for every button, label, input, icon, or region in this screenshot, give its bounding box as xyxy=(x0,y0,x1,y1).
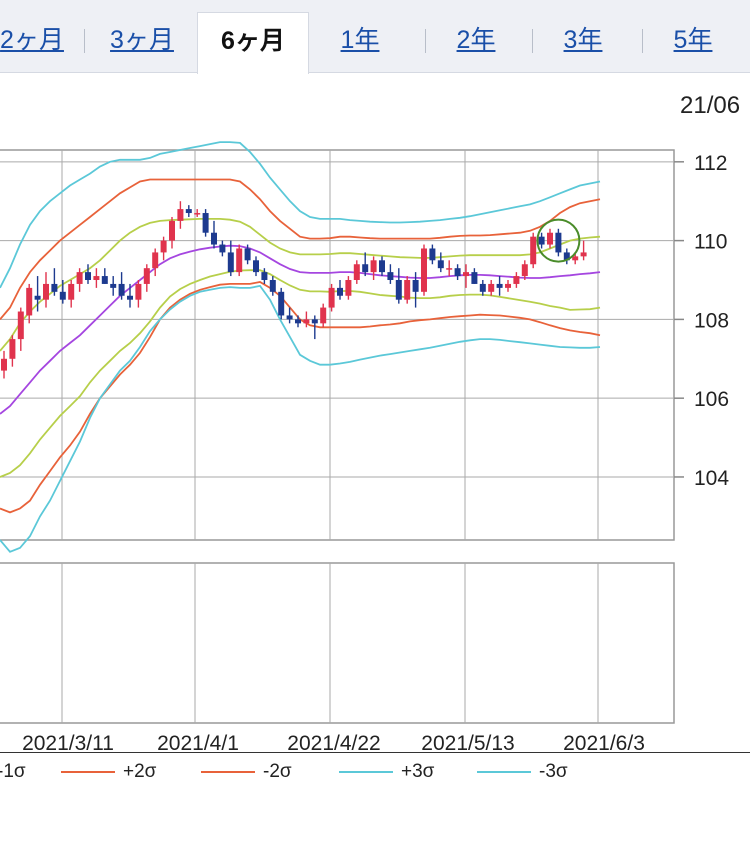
candle-body xyxy=(286,315,293,320)
candle-body xyxy=(118,283,125,296)
candle-body xyxy=(387,272,394,280)
legend-item-minus3sigma: -3σ xyxy=(477,759,568,785)
candle-body xyxy=(26,287,33,316)
legend-item-plus2sigma: +2σ xyxy=(61,759,156,785)
candle-body xyxy=(412,280,419,292)
candle-body xyxy=(513,276,520,284)
legend-item-minus1sigma: -1σ xyxy=(0,761,26,782)
candle-body xyxy=(530,236,537,265)
y-tick-label: 104 xyxy=(694,467,729,490)
candle-body xyxy=(160,240,167,253)
candle-body xyxy=(68,283,75,300)
candle-body xyxy=(269,280,276,292)
bollinger-bands xyxy=(0,141,601,553)
band-line-m2 xyxy=(0,281,601,514)
candle-body xyxy=(580,252,587,257)
chart-grid xyxy=(0,149,675,724)
y-tick-label: 106 xyxy=(694,388,729,411)
y-tick-label: 108 xyxy=(694,309,729,332)
band-line-m1 xyxy=(0,269,601,478)
candle-body xyxy=(227,252,234,273)
candle-body xyxy=(85,272,91,280)
candle-body xyxy=(521,264,528,277)
y-tick-label: 112 xyxy=(694,152,727,175)
candle-body xyxy=(538,236,545,245)
candle-body xyxy=(337,287,343,296)
candle-body xyxy=(127,295,133,300)
candle-body xyxy=(110,283,117,288)
candle-body xyxy=(135,283,142,300)
candle-body xyxy=(379,260,385,273)
candle-body xyxy=(169,220,175,241)
candle-body xyxy=(370,260,377,273)
price-chart: 1121101081061042021/3/11 2021/4/1 2021/4/2… xyxy=(0,141,729,755)
candle-body xyxy=(463,272,469,277)
candle-body xyxy=(311,319,318,324)
candle-body xyxy=(194,213,201,215)
candle-body xyxy=(244,248,251,261)
candle-body xyxy=(185,209,192,214)
candle-body xyxy=(454,268,461,277)
volume-panel-frame xyxy=(0,562,675,724)
candle-body xyxy=(479,283,486,292)
candle-body xyxy=(143,268,150,284)
candle-body xyxy=(421,248,427,292)
candle-body xyxy=(404,280,411,300)
candle-body xyxy=(395,280,402,300)
candle-body xyxy=(253,260,259,273)
candle-body xyxy=(236,248,243,273)
candle-body xyxy=(303,319,310,324)
candle-body xyxy=(555,232,562,253)
legend-item-plus3sigma: +3σ xyxy=(339,759,434,785)
candle-body xyxy=(17,311,24,340)
candle-body xyxy=(547,232,553,245)
chart-legend: -1σ +2σ -2σ +3σ -3σ xyxy=(0,752,750,843)
candle-body xyxy=(177,209,184,221)
candle-body xyxy=(446,268,453,270)
band-line-ma xyxy=(0,244,601,415)
candlesticks xyxy=(1,201,587,379)
band-line-p3 xyxy=(0,141,601,289)
legend-item-minus2sigma: -2σ xyxy=(201,759,292,785)
candle-body xyxy=(437,260,444,269)
candle-body xyxy=(152,252,159,269)
candle-body xyxy=(59,291,66,300)
candle-body xyxy=(261,272,268,280)
candle-body xyxy=(505,283,511,288)
candle-body xyxy=(353,264,360,280)
candle-body xyxy=(76,272,83,284)
candle-body xyxy=(34,295,41,300)
candle-body xyxy=(9,339,16,359)
candle-body xyxy=(1,358,7,371)
candle-body xyxy=(295,319,301,324)
candle-body xyxy=(429,248,436,261)
candle-body xyxy=(488,283,495,292)
candle-body xyxy=(362,264,369,273)
candle-body xyxy=(219,244,226,253)
candle-body xyxy=(328,287,335,308)
candle-body xyxy=(51,283,58,292)
candle-body xyxy=(43,283,49,300)
candle-body xyxy=(101,276,108,284)
candle-body xyxy=(202,213,209,233)
candle-body xyxy=(471,272,478,284)
candle-body xyxy=(345,280,352,296)
y-tick-label: 110 xyxy=(694,231,727,254)
candle-body xyxy=(93,276,100,280)
axis-ticks: 1121101081061042021/3/11 2021/4/1 2021/4/2… xyxy=(22,152,729,755)
candle-body xyxy=(278,291,285,316)
candle-body xyxy=(211,232,217,245)
candle-body xyxy=(320,307,327,324)
candle-body xyxy=(496,283,503,288)
